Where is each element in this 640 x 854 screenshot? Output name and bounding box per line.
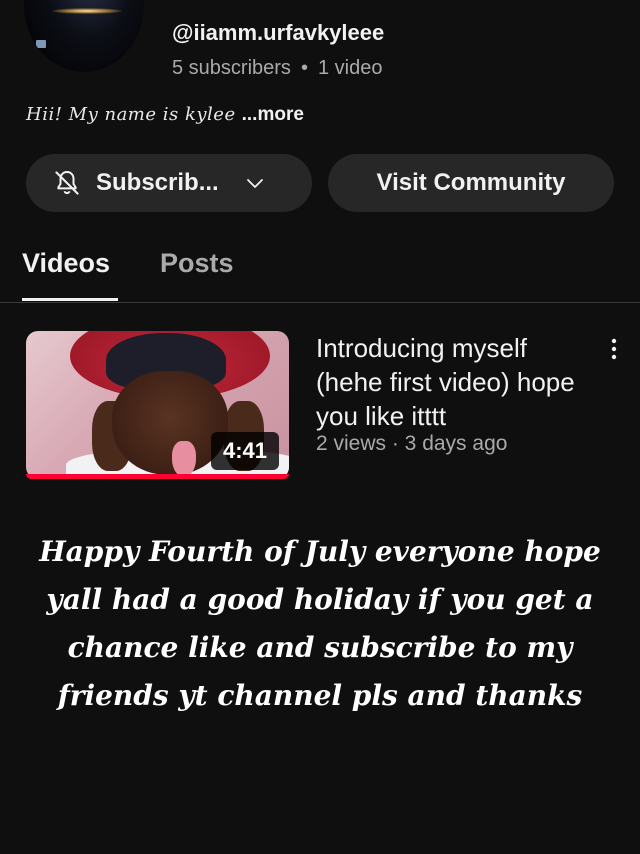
visit-community-label: Visit Community — [376, 169, 566, 196]
description-more-link[interactable]: ...more — [242, 104, 304, 126]
subscriber-count: 5 subscribers — [172, 57, 291, 79]
overlay-caption: Happy Fourth of July everyone hope yall … — [39, 535, 601, 712]
chevron-down-icon — [246, 179, 263, 188]
channel-page: @iiamm.urfavkyleee 5 subscribers • 1 vid… — [0, 0, 640, 854]
avatar-small-icon — [36, 40, 46, 48]
tabs-divider — [0, 302, 640, 303]
channel-avatar[interactable] — [24, 0, 144, 72]
visit-community-button[interactable]: Visit Community — [328, 154, 614, 212]
subscribed-label: Subscrib... — [96, 169, 219, 196]
watch-progress-bar — [26, 474, 289, 479]
active-tab-indicator — [22, 298, 118, 301]
thumbnail-tongue — [172, 441, 196, 477]
tab-videos[interactable]: Videos — [22, 248, 110, 279]
channel-name — [172, 0, 432, 2]
stats-separator: • — [300, 57, 308, 79]
avatar-city-lights — [52, 8, 122, 14]
bell-off-icon — [55, 171, 79, 195]
video-duration-badge: 4:41 — [211, 432, 279, 470]
channel-description[interactable]: Hii! My name is kylee ...more — [26, 104, 304, 126]
channel-handle: @iiamm.urfavkyleee — [172, 20, 385, 45]
channel-stats: 5 subscribers • 1 video — [172, 57, 382, 80]
video-meta: 2 views · 3 days ago — [316, 432, 508, 455]
video-title[interactable]: Introducing myself (hehe first video) ho… — [316, 331, 586, 433]
tab-posts[interactable]: Posts — [160, 248, 234, 279]
subscribed-button[interactable]: Subscrib... — [26, 154, 312, 212]
description-text: Hii! My name is kylee — [26, 104, 236, 125]
more-vert-icon[interactable] — [604, 336, 624, 362]
video-count: 1 video — [317, 57, 383, 79]
